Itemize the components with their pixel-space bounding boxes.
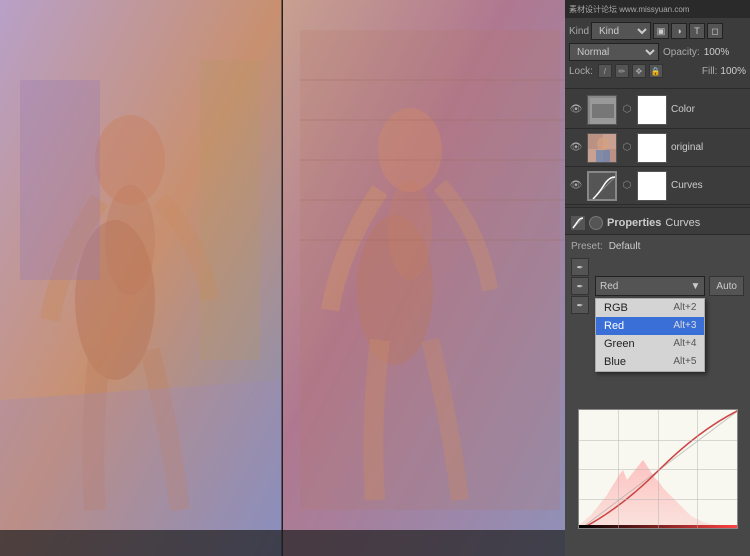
dropdown-green-shortcut: Alt+4 [673,338,696,350]
layer-name-color: Color [671,104,746,115]
layer-name-curves: Curves [671,180,746,191]
kind-select[interactable]: Kind [591,22,651,40]
watermark-text: 素材设计论坛 www.missyuan.com [569,4,689,15]
kind-label: Kind [569,26,589,37]
layers-panel-controls: Kind Kind ▣ ◑ T ◻ Normal Opacity: 100% [565,18,750,86]
layer-mask-original [637,133,667,163]
lock-image-icon[interactable]: ✏ [615,64,629,78]
dropdown-item-green[interactable]: Green Alt+4 [596,335,704,353]
eyedropper-white-tool[interactable]: ✒ [571,296,589,314]
layer-visibility-curves[interactable]: 👁 [569,179,583,193]
layer-chain-curves: ⬡ [621,180,633,191]
blend-mode-select[interactable]: Normal [569,43,659,61]
curves-graph-section [571,409,744,529]
grid-v2 [658,410,659,528]
dropdown-rgb-label: RGB [604,302,628,314]
canvas-image [0,0,565,556]
layer-thumb-color [587,95,617,125]
right-panel: 素材设计论坛 www.missyuan.com Kind Kind ▣ ◑ T … [565,0,750,556]
curves-graph[interactable] [578,409,738,529]
grid-v1 [618,410,619,528]
dropdown-item-blue[interactable]: Blue Alt+5 [596,353,704,371]
fill-label: Fill: [702,66,718,77]
lock-label: Lock: [569,66,593,77]
filter-type-icon[interactable]: T [689,23,705,39]
dropdown-arrow-icon: ▼ [691,281,701,292]
panel-divider-1 [565,88,750,89]
layer-item-color[interactable]: 👁 ⬡ Color [565,91,750,129]
layer-mask-color [637,95,667,125]
layer-thumb-curves [587,171,617,201]
properties-icon [589,216,603,230]
lock-transparent-icon[interactable]: / [598,64,612,78]
layer-chain-color: ⬡ [621,104,633,115]
channel-select-display[interactable]: Red ▼ [595,276,705,296]
opacity-value: 100% [704,47,730,58]
channel-value: Red [600,281,618,292]
canvas-area [0,0,565,556]
kind-filter-icons: ▣ ◑ T ◻ [653,23,723,39]
layer-item-original[interactable]: 👁 ⬡ original [565,129,750,167]
channel-section: ✒ ✒ ✒ Red ▼ RGB [571,258,744,314]
filter-shape-icon[interactable]: ◻ [707,23,723,39]
opacity-label: Opacity: [663,47,700,58]
dropdown-blue-shortcut: Alt+5 [673,356,696,368]
preset-value: Default [609,241,641,252]
dropdown-blue-label: Blue [604,356,626,368]
layer-visibility-original[interactable]: 👁 [569,141,583,155]
fill-value: 100% [720,66,746,77]
panel-divider-2 [565,207,750,208]
dropdown-red-shortcut: Alt+3 [673,320,696,332]
lock-all-icon[interactable]: 🔒 [649,64,663,78]
lock-position-icon[interactable]: ✥ [632,64,646,78]
filter-adj-icon[interactable]: ◑ [671,23,687,39]
layer-mask-curves [637,171,667,201]
channel-select-wrapper: Red ▼ RGB Alt+2 Red [595,276,705,296]
dropdown-rgb-shortcut: Alt+2 [673,302,696,314]
curve-tools: ✒ ✒ ✒ [571,258,589,314]
layer-chain-original: ⬡ [621,142,633,153]
eyedropper-black-tool[interactable]: ✒ [571,258,589,276]
curves-subtitle: Curves [665,217,700,229]
auto-button[interactable]: Auto [709,276,744,296]
layer-item-curves[interactable]: 👁 ⬡ Curves [565,167,750,205]
channel-row: ✒ ✒ ✒ Red ▼ RGB [571,258,744,314]
dropdown-green-label: Green [604,338,635,350]
curves-icon [571,216,585,230]
dropdown-item-rgb[interactable]: RGB Alt+2 [596,299,704,317]
layer-thumb-original [587,133,617,163]
kind-row: Kind Kind ▣ ◑ T ◻ [569,22,746,40]
preset-label: Preset: [571,241,603,252]
properties-panel: Properties Curves Preset: Default ✒ ✒ [565,212,750,556]
layer-name-original: original [671,142,746,153]
dropdown-item-red[interactable]: Red Alt+3 [596,317,704,335]
preset-row: Preset: Default [571,241,744,252]
properties-header: Properties Curves [565,212,750,235]
lock-fill-row: Lock: / ✏ ✥ 🔒 Fill: 100% [569,64,746,78]
dropdown-red-label: Red [604,320,624,332]
properties-title: Properties [607,217,661,229]
blend-opacity-row: Normal Opacity: 100% [569,43,746,61]
grid-v3 [697,410,698,528]
channel-dropdown-menu: RGB Alt+2 Red Alt+3 Green Alt+4 [595,298,705,372]
layer-visibility-color[interactable]: 👁 [569,103,583,117]
filter-pixel-icon[interactable]: ▣ [653,23,669,39]
properties-content: Preset: Default ✒ ✒ ✒ Red [565,235,750,539]
eyedropper-gray-tool[interactable]: ✒ [571,277,589,295]
